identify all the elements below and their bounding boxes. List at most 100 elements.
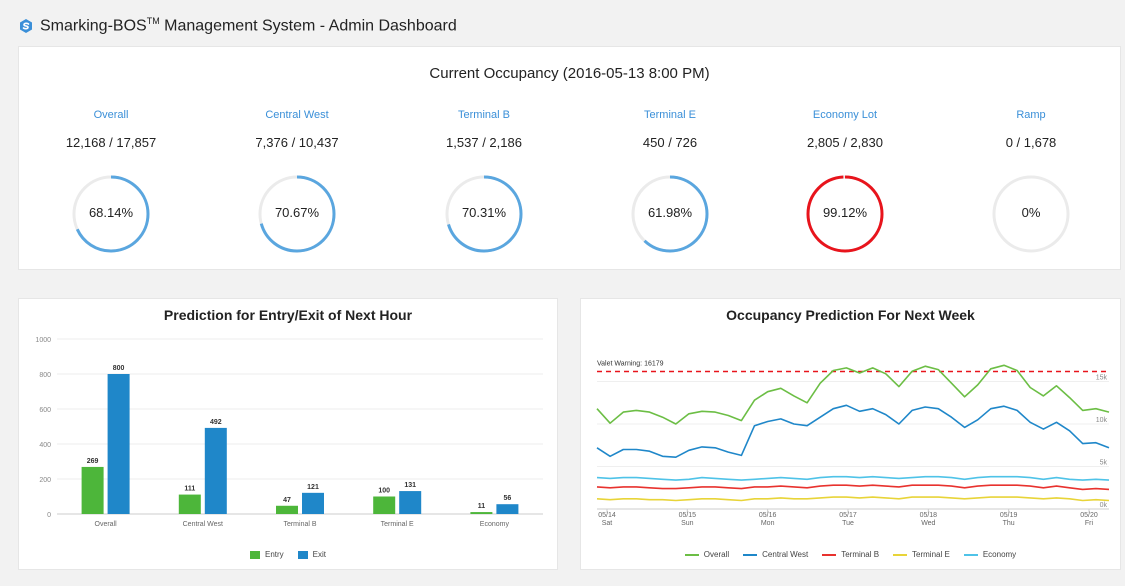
x-tick-label: Terminal B (283, 521, 316, 528)
week-prediction-legend: Overall Central West Terminal B Terminal E E… (581, 550, 1120, 559)
occupancy-name[interactable]: Central West (217, 107, 377, 123)
line-economy (596, 475, 1110, 481)
x-tick-date: 05/20 (1080, 512, 1098, 519)
x-tick-date: 05/16 (759, 512, 777, 519)
x-tick-day: Mon (761, 520, 775, 527)
y-tick-label: 10k (1096, 417, 1108, 424)
bar-value-label: 269 (87, 458, 99, 465)
line-terminal-b (596, 484, 1110, 491)
legend-item-economy[interactable]: Economy (963, 550, 1017, 559)
legend-label: Terminal B (841, 550, 880, 559)
legend-label: Exit (312, 550, 326, 559)
occupancy-card-terminal-b: Terminal B 1,537 / 2,186 70.31% (404, 107, 564, 256)
bar-exit-terminal-b (302, 492, 324, 514)
occupancy-count: 12,168 / 17,857 (65, 135, 157, 150)
occupancy-percent: 70.31% (461, 205, 507, 220)
current-occupancy-panel: Current Occupancy (2016-05-13 8:00 PM) O… (18, 46, 1121, 270)
line-central-west (596, 404, 1110, 458)
legend-item-entry[interactable]: Entry (249, 550, 284, 559)
x-tick-date: 05/14 (598, 512, 616, 519)
x-tick-date: 05/18 (920, 512, 938, 519)
bar-exit-overall (107, 374, 130, 514)
occupancy-count: 7,376 / 10,437 (255, 135, 339, 150)
occupancy-count: 1,537 / 2,186 (446, 135, 522, 150)
occupancy-name[interactable]: Terminal E (590, 107, 750, 123)
y-tick-label: 5k (1100, 460, 1108, 467)
y-tick-label: 800 (39, 372, 51, 379)
bar-value-label: 121 (307, 484, 319, 491)
y-tick-label: 600 (39, 407, 51, 414)
bar-value-label: 47 (283, 497, 291, 504)
occupancy-percent: 99.12% (822, 205, 868, 220)
y-tick-label: 200 (39, 477, 51, 484)
x-tick-label: Overall (95, 521, 118, 528)
occupancy-percent: 68.14% (88, 205, 134, 220)
bar-entry-economy (470, 512, 493, 514)
occupancy-card-central-west: Central West 7,376 / 10,437 70.67% (217, 107, 377, 256)
occupancy-percent: 0% (1021, 205, 1041, 220)
occupancy-gauge: 61.98% (628, 172, 712, 256)
line-terminal-e (596, 496, 1110, 502)
occupancy-card-overall: Overall 12,168 / 17,857 68.14% (31, 107, 191, 256)
x-tick-day: Wed (921, 520, 935, 527)
app-title: Smarking-BOSTM Management System - Admin… (40, 16, 457, 35)
legend-swatch (743, 553, 758, 556)
occupancy-gauge: 70.31% (442, 172, 526, 256)
occupancy-gauge: 99.12% (803, 172, 887, 256)
x-tick-day: Thu (1003, 520, 1015, 527)
legend-label: Terminal E (912, 550, 950, 559)
x-tick-day: Fri (1085, 520, 1094, 527)
bar-value-label: 111 (184, 486, 195, 493)
legend-item-exit[interactable]: Exit (297, 550, 326, 559)
x-tick-date: 05/19 (1000, 512, 1018, 519)
x-tick-day: Sun (681, 520, 694, 527)
occupancy-percent: 70.67% (274, 205, 320, 220)
occupancy-percent: 61.98% (647, 205, 693, 220)
legend-item-central-west[interactable]: Central West (743, 550, 808, 559)
occupancy-gauge: 0% (989, 172, 1073, 256)
legend-item-overall[interactable]: Overall (684, 550, 730, 559)
occupancy-card-economy-lot: Economy Lot 2,805 / 2,830 99.12% (765, 107, 925, 256)
occupancy-title: Current Occupancy (2016-05-13 8:00 PM) (429, 65, 710, 82)
entry-exit-bar-chart: 0 200 400 600 800 1000 269 800 Overall 111 492 Cent… (35, 337, 543, 528)
occupancy-name[interactable]: Ramp (951, 107, 1111, 123)
x-tick-date: 05/17 (839, 512, 857, 519)
entry-exit-legend: Entry Exit (19, 550, 557, 559)
bar-value-label: 100 (378, 488, 390, 495)
legend-item-terminal-e[interactable]: Terminal E (893, 550, 950, 559)
entry-exit-chart-panel: Prediction for Entry/Exit of Next Hour 0… (18, 298, 558, 570)
week-prediction-line-chart: 0k 5k 10k 15k Valet Warning: 16179 05/14Sat 05… (596, 360, 1110, 527)
app-title-main: Smarking-BOS (40, 17, 147, 35)
y-tick-label: 400 (39, 442, 51, 449)
bar-entry-terminal-e (373, 496, 396, 514)
bar-value-label: 492 (210, 419, 222, 426)
legend-label: Economy (982, 550, 1017, 559)
y-tick-label: 1000 (35, 337, 51, 344)
occupancy-name[interactable]: Overall (31, 107, 191, 123)
bar-value-label: 11 (478, 503, 486, 510)
legend-label: Entry (264, 550, 284, 559)
legend-swatch (249, 550, 260, 559)
legend-label: Overall (703, 550, 730, 559)
legend-swatch (822, 553, 837, 556)
occupancy-gauge: 68.14% (69, 172, 153, 256)
x-tick-label: Economy (480, 521, 510, 528)
x-tick-date: 05/15 (679, 512, 697, 519)
app-header: Smarking-BOSTM Management System - Admin… (18, 14, 457, 38)
legend-item-terminal-b[interactable]: Terminal B (822, 550, 879, 559)
occupancy-name[interactable]: Economy Lot (765, 107, 925, 123)
occupancy-count: 0 / 1,678 (1005, 135, 1057, 150)
line-overall (596, 364, 1110, 425)
bar-exit-central-west (204, 427, 227, 514)
x-tick-label: Central West (183, 521, 223, 528)
occupancy-card-ramp: Ramp 0 / 1,678 0% (951, 107, 1111, 256)
bar-value-label: 56 (504, 495, 512, 502)
occupancy-gauge: 70.67% (255, 172, 339, 256)
occupancy-name[interactable]: Terminal B (404, 107, 564, 123)
occupancy-card-terminal-e: Terminal E 450 / 726 61.98% (590, 107, 750, 256)
y-tick-label: 0k (1100, 502, 1108, 509)
bar-exit-economy (496, 504, 519, 514)
legend-swatch (893, 553, 908, 556)
legend-swatch (297, 550, 308, 559)
legend-swatch (963, 553, 978, 556)
